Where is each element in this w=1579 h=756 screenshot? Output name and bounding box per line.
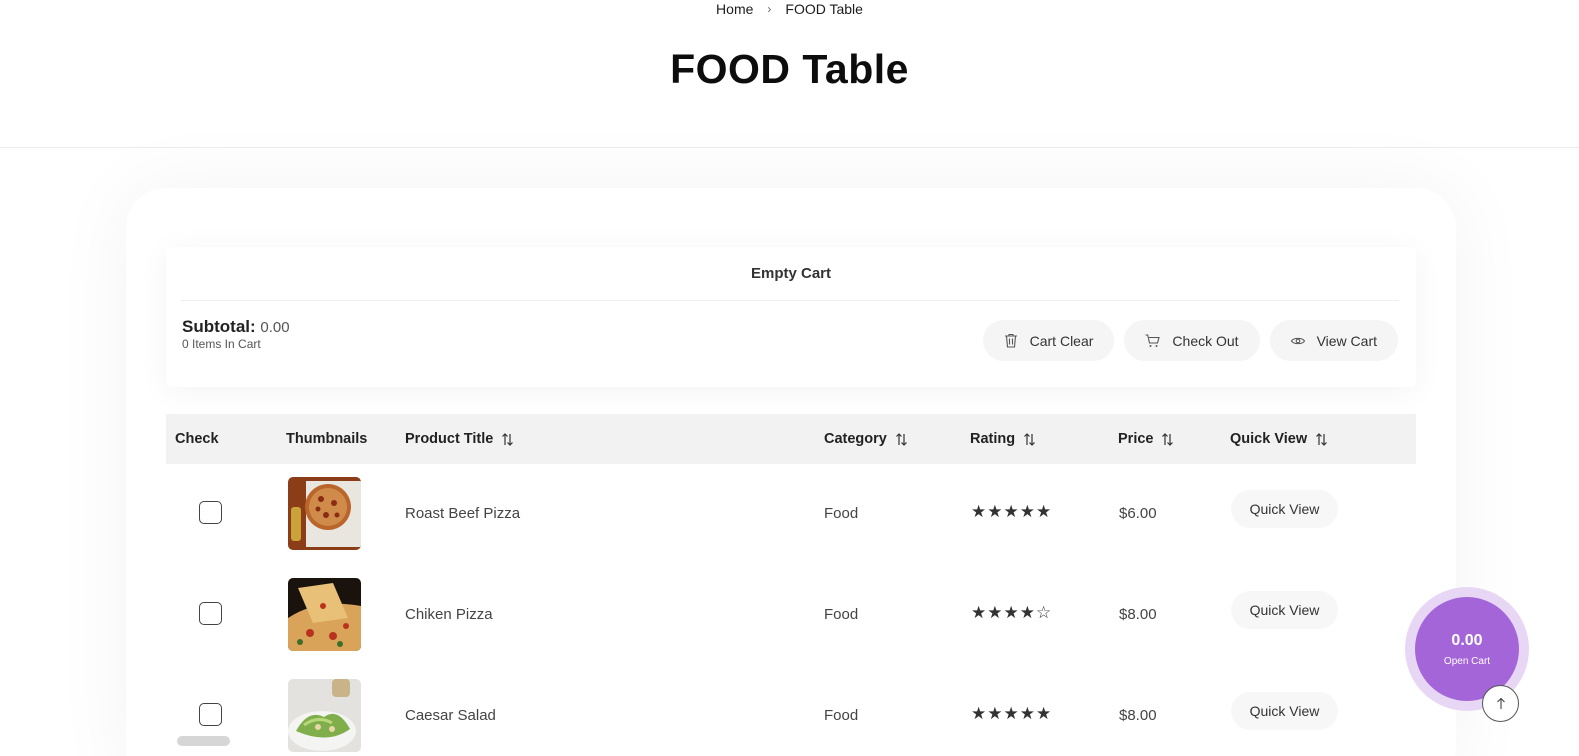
product-thumbnail xyxy=(288,679,361,752)
column-thumbnails-label: Thumbnails xyxy=(286,431,368,447)
column-category-label: Category xyxy=(824,431,887,447)
product-category: Food xyxy=(824,606,859,623)
product-price: $8.00 xyxy=(1119,707,1157,724)
quick-view-button[interactable]: Quick View xyxy=(1231,692,1338,730)
column-category[interactable]: Category xyxy=(824,414,908,464)
row-checkbox[interactable] xyxy=(199,602,222,625)
checkout-button[interactable]: Check Out xyxy=(1124,320,1260,361)
sort-icon[interactable] xyxy=(895,432,908,446)
scroll-indicator[interactable] xyxy=(177,736,230,746)
cart-actions: Cart Clear Check Out View Cart xyxy=(982,320,1398,361)
table-row: Roast Beef Pizza Food ★★★★★ $6.00 Quick … xyxy=(166,464,1416,565)
eye-icon xyxy=(1290,337,1305,344)
cart-panel: Empty Cart Subtotal: 0.00 0 Items In Car… xyxy=(166,247,1416,387)
trash-icon xyxy=(1004,333,1017,348)
column-quick-view-label: Quick View xyxy=(1230,431,1308,447)
product-category: Food xyxy=(824,707,859,724)
quick-view-button[interactable]: Quick View xyxy=(1231,490,1338,528)
cart-icon xyxy=(1145,333,1161,347)
breadcrumb-home-link[interactable]: Home xyxy=(716,0,753,18)
sort-icon[interactable] xyxy=(1023,432,1036,446)
view-cart-label: View Cart xyxy=(1316,332,1377,349)
items-count: 0 Items In Cart xyxy=(182,337,261,351)
page-title: FOOD Table xyxy=(670,46,909,92)
chevron-right-icon: › xyxy=(767,2,772,16)
column-product-title[interactable]: Product Title xyxy=(405,414,514,464)
row-checkbox[interactable] xyxy=(199,501,222,524)
product-title[interactable]: Roast Beef Pizza xyxy=(405,505,520,522)
product-title[interactable]: Caesar Salad xyxy=(405,707,496,724)
table-header: Check Thumbnails Product Title Category … xyxy=(166,414,1416,464)
rating-stars: ★★★★★ xyxy=(971,502,1053,521)
sort-icon[interactable] xyxy=(1161,432,1174,446)
product-title[interactable]: Chiken Pizza xyxy=(405,606,493,623)
table-row: Caesar Salad Food ★★★★★ $8.00 Quick View xyxy=(166,666,1416,756)
product-price: $6.00 xyxy=(1119,505,1157,522)
sort-icon[interactable] xyxy=(1315,432,1328,446)
main-content: Empty Cart Subtotal: 0.00 0 Items In Car… xyxy=(166,148,1416,756)
sort-icon[interactable] xyxy=(501,432,514,446)
view-cart-button[interactable]: View Cart xyxy=(1269,320,1398,361)
column-product-title-label: Product Title xyxy=(405,431,494,447)
product-thumbnail xyxy=(288,477,361,550)
subtotal-label: Subtotal: xyxy=(182,317,256,336)
cart-clear-button[interactable]: Cart Clear xyxy=(982,320,1115,361)
cart-divider xyxy=(181,300,1399,301)
column-price[interactable]: Price xyxy=(1118,414,1174,464)
cart-empty-label: Empty Cart xyxy=(750,265,832,282)
cart-clear-label: Cart Clear xyxy=(1029,332,1094,349)
scroll-to-top-button[interactable] xyxy=(1482,685,1519,722)
column-quick-view[interactable]: Quick View xyxy=(1230,414,1328,464)
product-category: Food xyxy=(824,505,859,522)
rating-stars: ★★★★☆ xyxy=(971,603,1053,622)
page-header: Home › FOOD Table FOOD Table xyxy=(0,0,1579,148)
subtotal: Subtotal: 0.00 xyxy=(182,317,290,337)
product-price: $8.00 xyxy=(1119,606,1157,623)
column-rating-label: Rating xyxy=(970,431,1016,447)
row-checkbox[interactable] xyxy=(199,703,222,726)
quick-view-button[interactable]: Quick View xyxy=(1231,591,1338,629)
breadcrumb: Home › FOOD Table xyxy=(0,0,1579,18)
table-row: Chiken Pizza Food ★★★★☆ $8.00 Quick View xyxy=(166,565,1416,666)
column-check: Check xyxy=(175,414,219,464)
rating-stars: ★★★★★ xyxy=(971,704,1053,723)
column-check-label: Check xyxy=(175,431,219,447)
subtotal-value: 0.00 xyxy=(260,319,290,336)
breadcrumb-current: FOOD Table xyxy=(785,1,863,17)
product-thumbnail xyxy=(288,578,361,651)
column-thumbnails: Thumbnails xyxy=(286,414,367,464)
column-price-label: Price xyxy=(1118,431,1154,447)
column-rating[interactable]: Rating xyxy=(970,414,1036,464)
arrow-up-icon xyxy=(1496,697,1505,709)
floating-cart-label: Open Cart xyxy=(1443,656,1491,667)
checkout-label: Check Out xyxy=(1172,332,1239,349)
floating-cart-total: 0.00 xyxy=(1451,632,1483,649)
